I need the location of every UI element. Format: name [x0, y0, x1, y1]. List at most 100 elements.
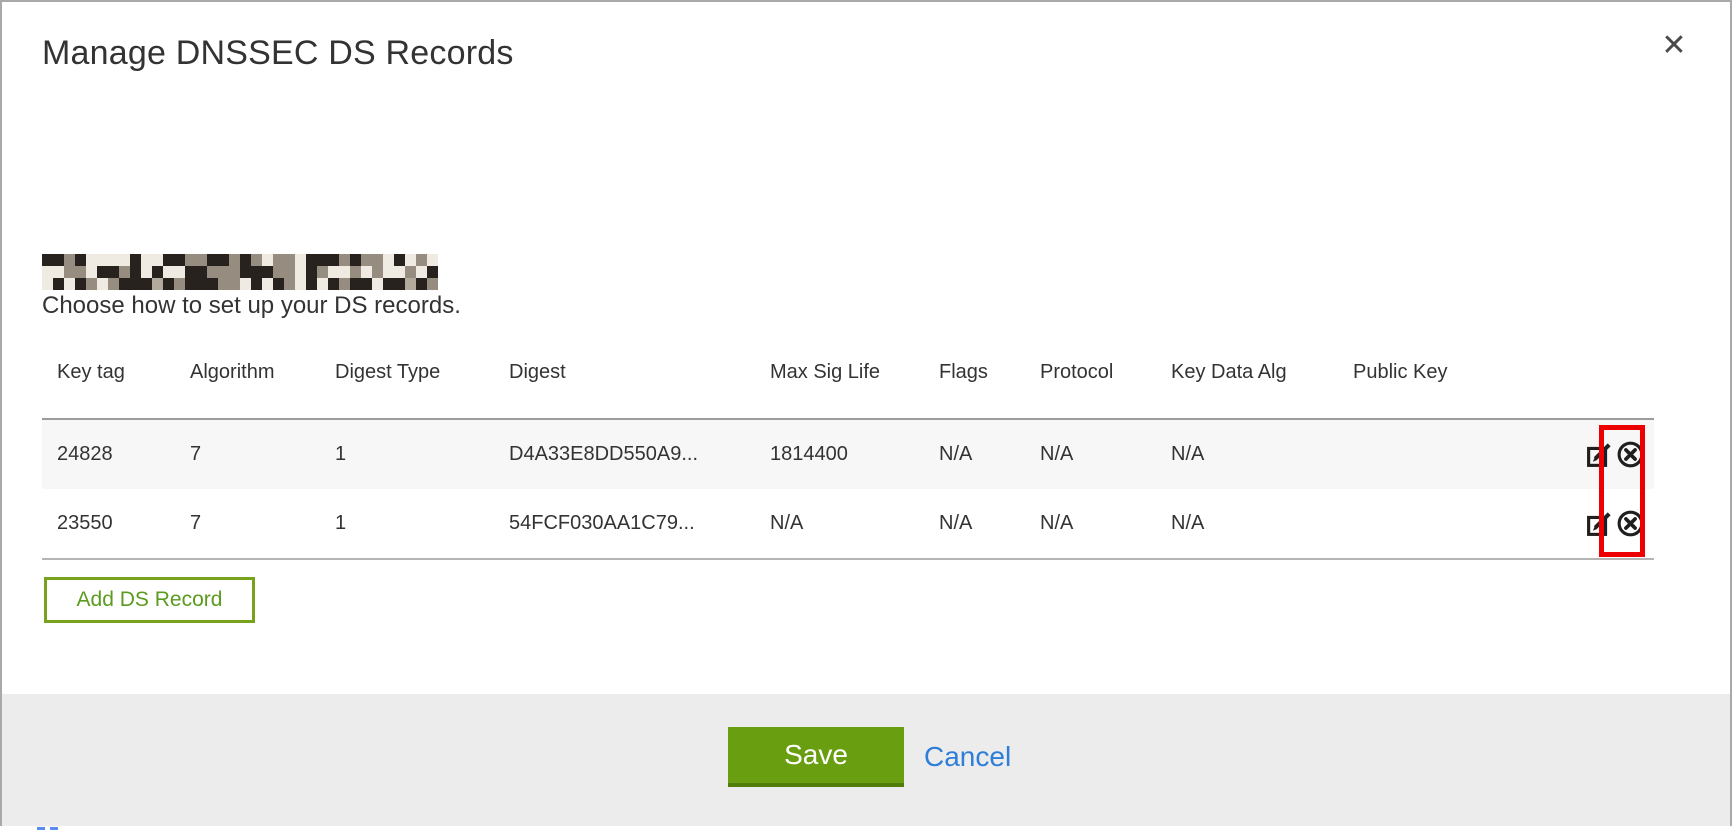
cell-algorithm: 7 — [175, 419, 320, 489]
pixelation-block — [383, 266, 394, 278]
delete-icon[interactable] — [1616, 440, 1645, 469]
column-header-protocol: Protocol — [1025, 339, 1156, 419]
cancel-link[interactable]: Cancel — [924, 741, 1011, 773]
pixelation-block — [119, 254, 130, 266]
column-header-flags: Flags — [924, 339, 1025, 419]
cell-algorithm: 7 — [175, 489, 320, 559]
pixelation-block — [251, 254, 262, 266]
cell-actions — [1568, 419, 1654, 489]
redacted-domain-name — [42, 254, 438, 290]
background-page-glimpse — [0, 826, 1734, 830]
pixelation-block — [339, 266, 350, 278]
pixelation-block — [273, 266, 284, 278]
column-header-digest-type: Digest Type — [320, 339, 494, 419]
pixelation-block — [262, 278, 273, 290]
edit-icon[interactable] — [1585, 440, 1614, 469]
pixelation-block — [108, 278, 119, 290]
pixelation-block — [196, 254, 207, 266]
footer-bar: Save Cancel — [2, 694, 1730, 826]
cell-max-sig-life: N/A — [755, 489, 924, 559]
cell-digest-type: 1 — [320, 489, 494, 559]
pixelation-block — [295, 266, 306, 278]
pixelation-block — [240, 266, 251, 278]
pixelation-block — [64, 266, 75, 278]
pixelation-block — [42, 254, 53, 266]
pixelation-block — [317, 254, 328, 266]
cell-protocol: N/A — [1025, 489, 1156, 559]
pixelation-block — [284, 266, 295, 278]
delete-icon[interactable] — [1616, 509, 1645, 538]
cell-digest-type: 1 — [320, 419, 494, 489]
column-header-algorithm: Algorithm — [175, 339, 320, 419]
pixelation-block — [185, 254, 196, 266]
page-title: Manage DNSSEC DS Records — [42, 34, 514, 73]
pixelation-block — [372, 266, 383, 278]
pixelation-block — [427, 278, 438, 290]
pixelation-block — [152, 278, 163, 290]
pixelation-block — [405, 266, 416, 278]
pixelation-block — [262, 266, 273, 278]
pixelation-block — [394, 254, 405, 266]
pixelation-block — [141, 266, 152, 278]
pixelation-block — [306, 266, 317, 278]
cell-max-sig-life: 1814400 — [755, 419, 924, 489]
pixelation-block — [229, 266, 240, 278]
pixelation-block — [229, 254, 240, 266]
pixelation-block — [240, 254, 251, 266]
cell-key-tag: 23550 — [42, 489, 175, 559]
pixelation-block — [152, 254, 163, 266]
pixelation-block — [218, 278, 229, 290]
column-header-actions — [1568, 339, 1654, 419]
pixelation-block — [240, 278, 251, 290]
cell-actions — [1568, 489, 1654, 559]
pixelation-block — [141, 278, 152, 290]
cell-protocol: N/A — [1025, 419, 1156, 489]
pixelation-block — [108, 266, 119, 278]
column-header-key-tag: Key tag — [42, 339, 175, 419]
pixelation-block — [86, 254, 97, 266]
ds-record-row: 235507154FCF030AA1C79...N/AN/AN/AN/A — [42, 489, 1654, 559]
pixelation-block — [152, 266, 163, 278]
edit-icon[interactable] — [1585, 509, 1614, 538]
cell-key-data-alg: N/A — [1156, 489, 1338, 559]
pixelation-block — [163, 278, 174, 290]
pixelation-block — [306, 254, 317, 266]
pixelation-block — [361, 254, 372, 266]
pixelation-block — [416, 266, 427, 278]
pixelation-block — [130, 254, 141, 266]
save-button[interactable]: Save — [728, 727, 904, 787]
pixelation-block — [372, 278, 383, 290]
pixelation-block — [75, 278, 86, 290]
pixelation-block — [350, 266, 361, 278]
pixelation-block — [361, 266, 372, 278]
pixelation-block — [207, 266, 218, 278]
pixelation-block — [108, 254, 119, 266]
pixelation-block — [284, 278, 295, 290]
pixelation-block — [361, 278, 372, 290]
pixelation-block — [75, 254, 86, 266]
pixelation-block — [295, 278, 306, 290]
cell-digest: D4A33E8DD550A9... — [494, 419, 755, 489]
pixelation-block — [130, 278, 141, 290]
pixelation-block — [394, 278, 405, 290]
pixelation-block — [262, 254, 273, 266]
pixelation-block — [185, 266, 196, 278]
pixelation-block — [251, 266, 262, 278]
close-icon[interactable]: ✕ — [1652, 26, 1696, 66]
pixelation-block — [284, 254, 295, 266]
pixelation-block — [372, 254, 383, 266]
manage-dnssec-dialog: Manage DNSSEC DS Records ✕ Choose how to… — [0, 0, 1732, 826]
pixelation-block — [317, 278, 328, 290]
pixelation-block — [163, 254, 174, 266]
pixelation-block — [207, 254, 218, 266]
pixelation-block — [394, 266, 405, 278]
cell-key-data-alg: N/A — [1156, 419, 1338, 489]
subtitle: Choose how to set up your DS records. — [42, 292, 461, 320]
pixelation-block — [86, 266, 97, 278]
pixelation-block — [383, 254, 394, 266]
pixelation-block — [130, 266, 141, 278]
pixelation-block — [97, 278, 108, 290]
pixelation-block — [405, 278, 416, 290]
table-header-row: Key tagAlgorithmDigest TypeDigestMax Sig… — [42, 339, 1654, 419]
add-ds-record-button[interactable]: Add DS Record — [44, 577, 255, 623]
